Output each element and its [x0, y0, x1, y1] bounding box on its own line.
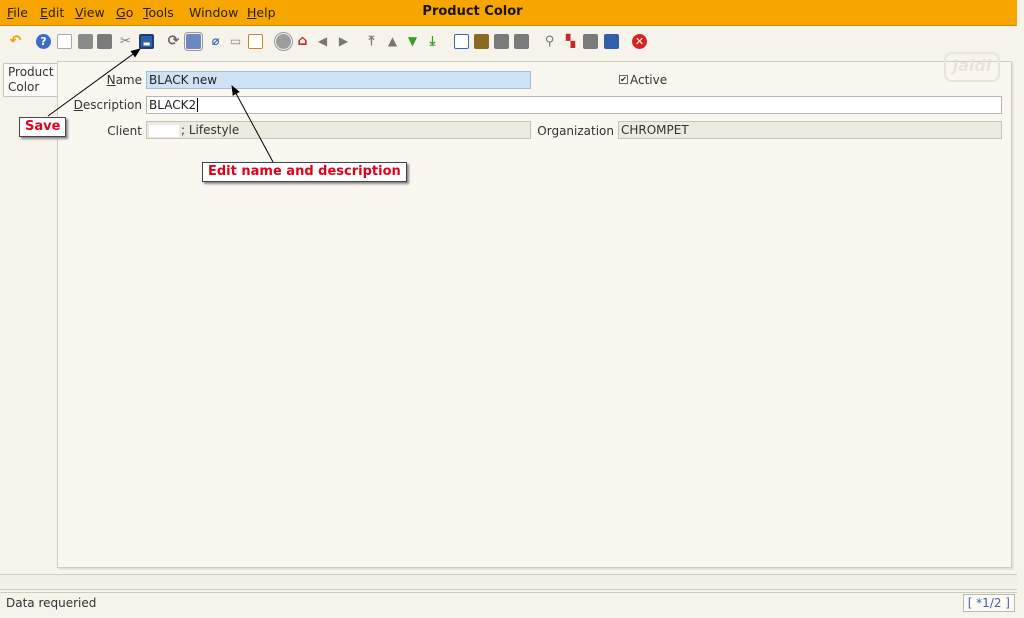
tab-label-line2: Color: [8, 80, 40, 94]
toolbar: ↶ ? ✂ ▬ ⟳ ⌀ ▭ ⌂ ◀ ▶ ⤒ ▲ ▼ ⤓ ⚲ ▚ ✕: [0, 27, 1017, 56]
record-info[interactable]: [ *1/2 ]: [962, 594, 1015, 612]
refresh-icon[interactable]: ⟳: [166, 34, 181, 49]
client-label: Client: [107, 124, 142, 138]
menu-help-label: elp: [256, 5, 276, 20]
menu-view[interactable]: View: [75, 5, 105, 20]
menu-tools[interactable]: Tools: [143, 5, 174, 20]
save-callout: Save: [19, 117, 67, 137]
report-icon[interactable]: [454, 34, 469, 49]
status-message: Data requeried: [6, 596, 97, 610]
client-field[interactable]: ; Lifestyle: [146, 121, 531, 139]
name-field[interactable]: BLACK new: [146, 71, 531, 89]
copy-icon[interactable]: [78, 34, 93, 49]
history-icon[interactable]: [274, 32, 293, 51]
organization-label: Organization: [537, 124, 614, 138]
forward-icon[interactable]: ▶: [336, 34, 351, 49]
menu-go[interactable]: Go: [116, 5, 133, 20]
organization-field[interactable]: CHROMPET: [618, 121, 1002, 139]
tab-product-color[interactable]: Product Color: [3, 63, 57, 97]
tab-label-line1: Product: [8, 65, 54, 79]
back-icon[interactable]: ◀: [315, 34, 330, 49]
jaldi-logo: jaldi: [944, 52, 1000, 82]
grid-toggle-icon[interactable]: [248, 34, 263, 49]
help-icon[interactable]: ?: [36, 34, 51, 49]
client-value: ; Lifestyle: [181, 123, 240, 137]
menu-edit-label: dit: [47, 5, 65, 20]
menu-help[interactable]: Help: [247, 5, 276, 20]
previous-record-icon[interactable]: ▲: [385, 34, 400, 49]
menu-help-mnemonic: H: [247, 5, 257, 20]
exit-icon[interactable]: ✕: [632, 34, 647, 49]
attachment-icon[interactable]: ⌀: [208, 34, 223, 49]
new-icon[interactable]: [57, 34, 72, 49]
menu-tools-label: ools: [148, 5, 174, 20]
description-field[interactable]: BLACK2: [146, 96, 1002, 114]
delete-selection-icon[interactable]: ✂: [118, 34, 133, 49]
name-label-mnemonic: N: [106, 73, 116, 87]
name-label: Name: [100, 73, 142, 87]
active-label: Active: [630, 73, 668, 87]
menu-go-label: o: [125, 5, 134, 20]
menu-edit-mnemonic: E: [40, 5, 48, 20]
menu-go-mnemonic: G: [116, 5, 126, 20]
zoom-across-icon[interactable]: ⚲: [542, 34, 557, 49]
active-checkbox[interactable]: ✔: [619, 75, 628, 84]
menu-file-label: ile: [13, 5, 28, 20]
menu-file[interactable]: File: [7, 5, 28, 20]
description-value: BLACK2: [149, 98, 197, 112]
text-cursor: [197, 98, 199, 112]
menu-view-label: iew: [83, 5, 105, 20]
save-icon[interactable]: ▬: [139, 34, 154, 49]
menu-window[interactable]: Window: [189, 5, 238, 20]
status-bar: Data requeried [ *1/2 ]: [0, 592, 1017, 613]
bottom-divider: [0, 574, 1017, 590]
first-record-icon[interactable]: ⤒: [364, 34, 379, 49]
chat-icon[interactable]: ▭: [228, 34, 243, 49]
description-label: Description: [60, 98, 142, 112]
edit-callout: Edit name and description: [202, 162, 407, 182]
redacted-block: [149, 124, 179, 137]
next-record-icon[interactable]: ▼: [405, 34, 420, 49]
description-label-text: escription: [82, 98, 142, 112]
name-label-text: ame: [115, 73, 142, 87]
active-workflows-icon[interactable]: ▚: [563, 34, 578, 49]
last-record-icon[interactable]: ⤓: [425, 34, 440, 49]
print-icon[interactable]: [514, 34, 529, 49]
menu-edit[interactable]: Edit: [40, 5, 64, 20]
menu-bar: File Edit View Go Tools Window Help Prod…: [0, 0, 1017, 26]
menu-window-label: Window: [189, 5, 239, 20]
product-info-icon[interactable]: [604, 34, 619, 49]
requests-icon[interactable]: [583, 34, 598, 49]
archive-icon[interactable]: [474, 34, 489, 49]
home-icon[interactable]: ⌂: [295, 34, 310, 49]
undo-icon[interactable]: ↶: [8, 34, 23, 49]
delete-icon[interactable]: [97, 34, 112, 49]
description-label-mnemonic: D: [73, 98, 83, 112]
find-icon[interactable]: [184, 32, 203, 51]
window-title: Product Color: [422, 4, 523, 19]
print-preview-icon[interactable]: [494, 34, 509, 49]
